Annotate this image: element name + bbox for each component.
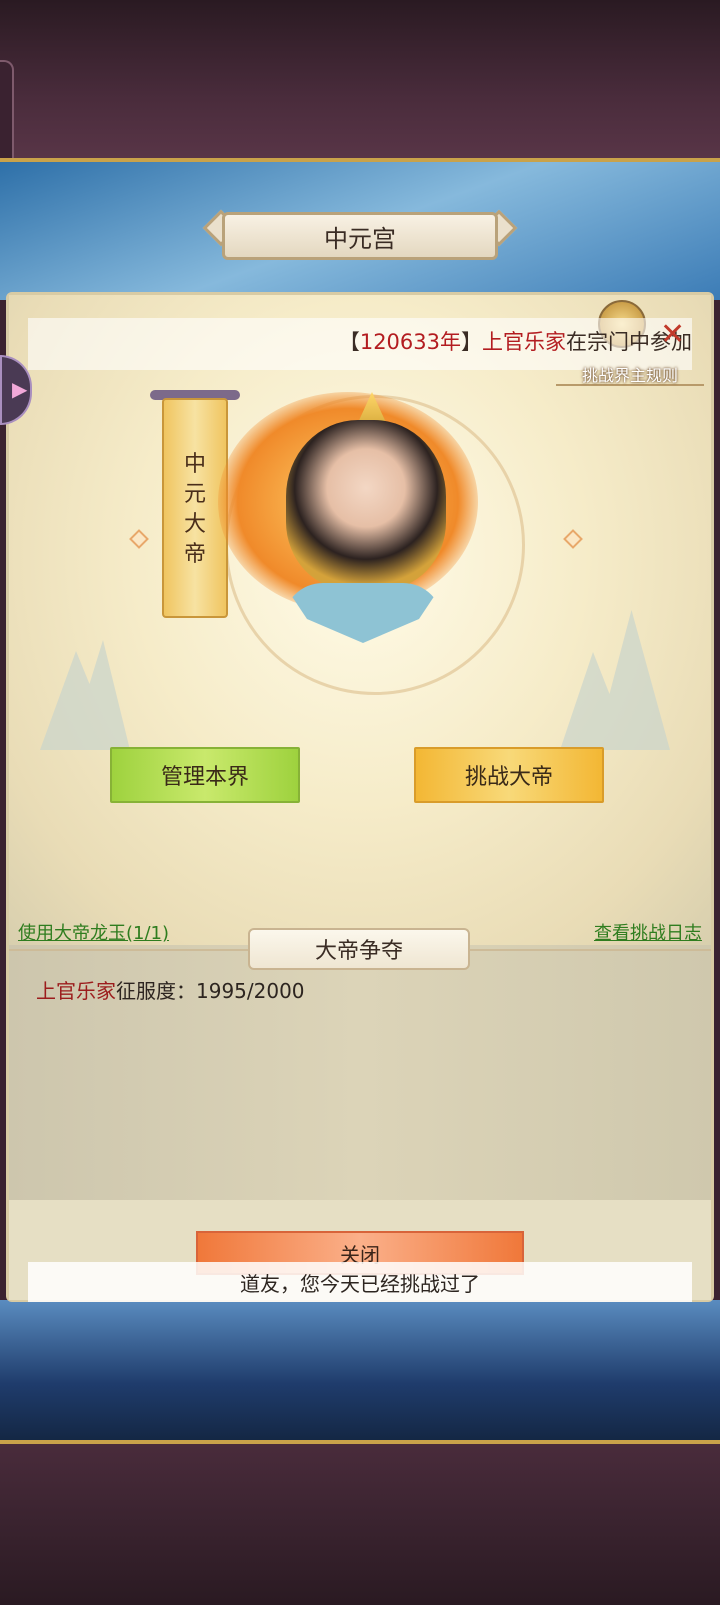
chevron-right-icon: ▶: [12, 377, 28, 401]
view-log-link[interactable]: 查看挑战日志: [594, 919, 702, 945]
page-title: 中元宫: [222, 212, 498, 260]
toast-message: 道友，您今天已经挑战过了: [28, 1262, 692, 1302]
frame-divider-top: [0, 158, 720, 162]
conquest-value: 1995/2000: [196, 979, 305, 1003]
emperor-portrait[interactable]: [286, 420, 446, 590]
rules-link[interactable]: 挑战界主规则: [560, 362, 700, 385]
section-title-text: 大帝争夺: [314, 939, 403, 964]
challenge-emperor-label: 挑战大帝: [464, 765, 553, 790]
section-divider-left: [9, 949, 249, 951]
announcement-bracket-close: 】: [461, 330, 482, 354]
conquest-player: 上官乐家: [36, 979, 116, 1003]
manage-realm-button[interactable]: 管理本界: [110, 747, 300, 803]
announcement-player: 上官乐家: [482, 330, 566, 354]
conquest-label: 征服度：: [116, 979, 196, 1003]
announcement-year: 120633年: [359, 330, 461, 354]
manage-realm-label: 管理本界: [160, 765, 249, 790]
challenge-emperor-button[interactable]: 挑战大帝: [414, 747, 604, 803]
sky-backdrop-bottom: [0, 1300, 720, 1440]
close-icon[interactable]: ✕: [660, 320, 685, 350]
section-divider-right: [470, 949, 711, 951]
top-backdrop: [0, 0, 720, 165]
section-title: 大帝争夺: [248, 928, 470, 970]
side-tab[interactable]: [0, 60, 14, 170]
frame-divider-bottom: [0, 1440, 720, 1444]
page-title-text: 中元宫: [324, 224, 396, 253]
announcement-text: 【120633年】上官乐家在宗门中参加: [339, 326, 692, 356]
use-jade-link[interactable]: 使用大帝龙玉(1/1): [18, 919, 169, 945]
emperor-title: 中元大帝: [183, 452, 206, 567]
conquest-status: 上官乐家征服度：1995/2000: [36, 975, 305, 1004]
bottom-backdrop: [0, 1440, 720, 1605]
toast-text: 道友，您今天已经挑战过了: [240, 1271, 480, 1296]
announcement-bracket-open: 【: [338, 330, 360, 354]
